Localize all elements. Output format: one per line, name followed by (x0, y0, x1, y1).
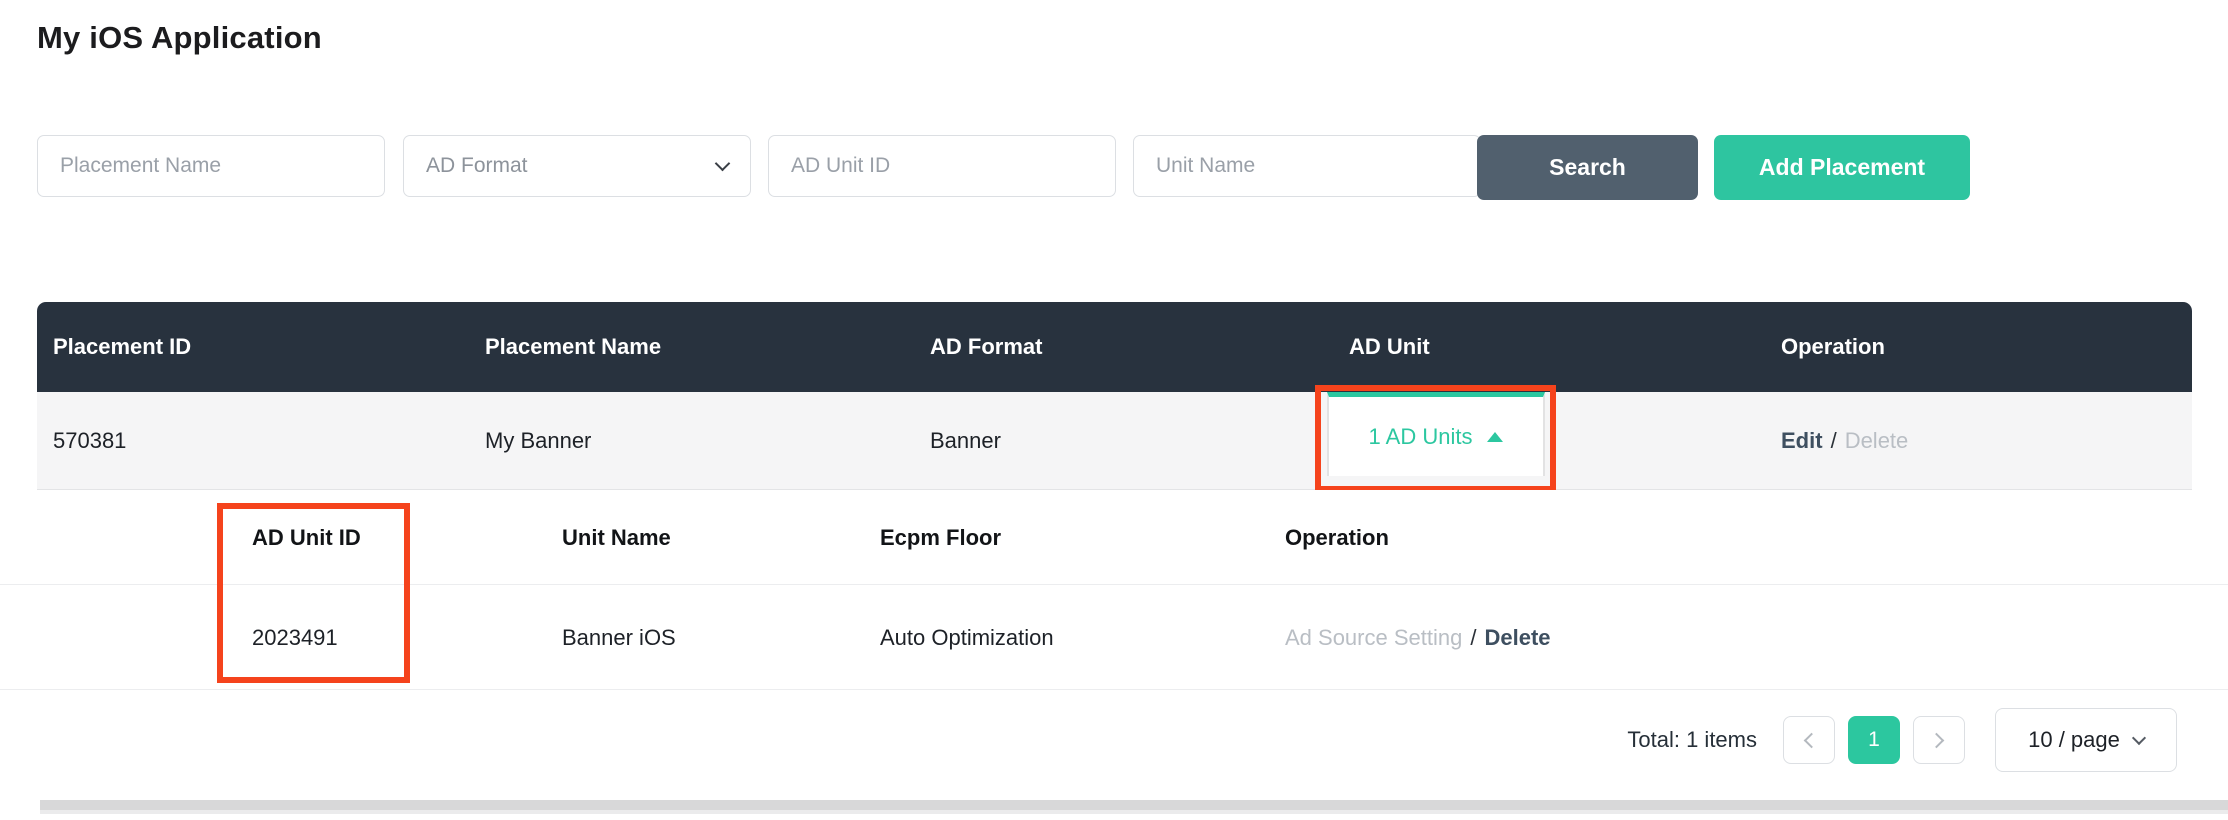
horizontal-scrollbar[interactable] (40, 800, 2228, 814)
total-items-text: Total: 1 items (1627, 727, 1757, 753)
scrollbar-thumb[interactable] (40, 800, 2228, 810)
ad-units-toggle-label: 1 AD Units (1369, 424, 1473, 450)
triangle-up-icon (1487, 432, 1503, 442)
app-page: My iOS Application AD Format Search Add … (0, 0, 2228, 820)
chevron-right-icon (1929, 732, 1945, 748)
table-header-row: Placement ID Placement Name AD Format AD… (37, 302, 2192, 392)
placement-name-cell: My Banner (485, 392, 591, 490)
column-header-operation: Operation (1781, 302, 1885, 392)
prev-page-button[interactable] (1783, 716, 1835, 764)
chevron-down-icon (715, 155, 731, 171)
placement-name-input[interactable] (37, 135, 385, 197)
delete-link: Delete (1845, 428, 1909, 454)
page-size-label: 10 / page (2028, 727, 2120, 753)
ecpm-floor-cell: Auto Optimization (880, 585, 1054, 690)
subrow-delete-link[interactable]: Delete (1484, 625, 1550, 651)
operation-cell: Edit / Delete (1781, 392, 1908, 490)
unit-name-input[interactable] (1133, 135, 1481, 197)
chevron-left-icon (1804, 732, 1820, 748)
column-header-placement-name: Placement Name (485, 302, 661, 392)
subcolumn-header-ecpm-floor: Ecpm Floor (880, 490, 1001, 585)
subcolumn-header-ad-unit-id: AD Unit ID (252, 490, 361, 585)
chevron-down-icon (2132, 730, 2146, 744)
ad-unit-id-cell: 2023491 (252, 585, 338, 690)
subrow-operation-cell: Ad Source Setting / Delete (1285, 585, 1551, 690)
table-row: 570381 My Banner Banner Edit / Delete (37, 392, 2192, 490)
search-button[interactable]: Search (1477, 135, 1698, 200)
page-number-button[interactable]: 1 (1848, 716, 1900, 764)
next-page-button[interactable] (1913, 716, 1965, 764)
page-size-select[interactable]: 10 / page (1995, 708, 2177, 772)
column-header-ad-format: AD Format (930, 302, 1042, 392)
operation-separator: / (1462, 625, 1484, 651)
pagination-bar: Total: 1 items 1 10 / page (37, 690, 2192, 790)
add-placement-button[interactable]: Add Placement (1714, 135, 1970, 200)
ad-format-cell: Banner (930, 392, 1001, 490)
edit-link[interactable]: Edit (1781, 428, 1823, 454)
placements-table: Placement ID Placement Name AD Format AD… (37, 302, 2192, 790)
operation-separator: / (1823, 428, 1845, 454)
column-header-ad-unit: AD Unit (1349, 302, 1430, 392)
scrollbar-track (40, 810, 2228, 814)
ad-source-setting-link: Ad Source Setting (1285, 625, 1462, 651)
subcolumn-header-unit-name: Unit Name (562, 490, 671, 585)
column-header-placement-id: Placement ID (53, 302, 191, 392)
subtable-row: 2023491 Banner iOS Auto Optimization Ad … (37, 585, 2192, 690)
placement-id-cell: 570381 (53, 392, 126, 490)
ad-format-select[interactable]: AD Format (403, 135, 751, 197)
subcolumn-header-operation: Operation (1285, 490, 1389, 585)
subtable-header-row: AD Unit ID Unit Name Ecpm Floor Operatio… (37, 490, 2192, 585)
ad-format-select-label: AD Format (426, 154, 528, 178)
page-title: My iOS Application (37, 20, 322, 56)
unit-name-cell: Banner iOS (562, 585, 676, 690)
ad-unit-id-input[interactable] (768, 135, 1116, 197)
ad-units-toggle[interactable]: 1 AD Units (1327, 392, 1545, 476)
